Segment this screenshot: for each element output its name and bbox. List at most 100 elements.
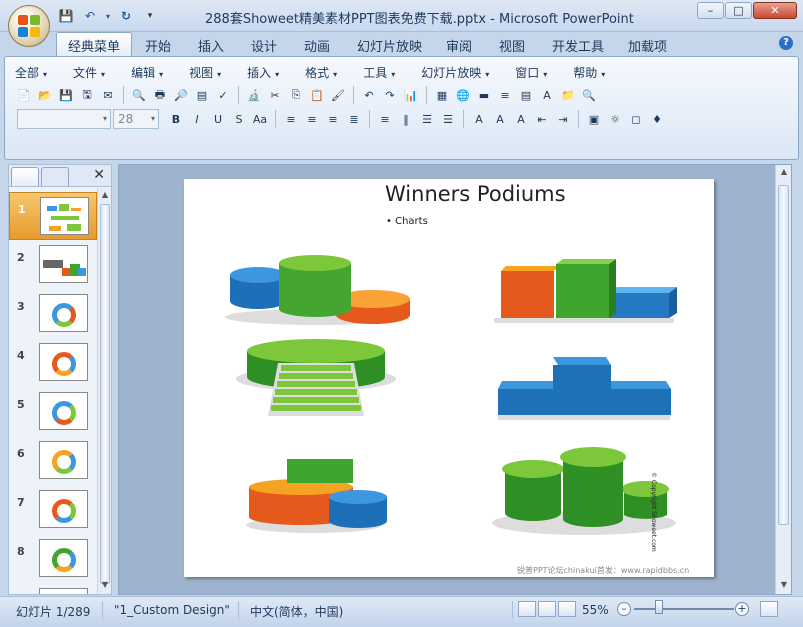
format-button-icon[interactable]: ≡ (376, 110, 394, 128)
format-button-icon[interactable]: S (230, 110, 248, 128)
scroll-thumb[interactable] (100, 204, 110, 584)
toolbar-button-icon[interactable]: ✉ (99, 86, 117, 104)
menu-view[interactable]: 视图 ▾ (189, 64, 221, 81)
menu-all[interactable]: 全部 ▾ (15, 64, 47, 81)
toolbar-button-icon[interactable]: 💾 (57, 86, 75, 104)
language-indicator[interactable]: 中文(简体，中国) (250, 603, 343, 620)
format-button-icon[interactable]: ☼ (606, 110, 624, 128)
tab-design[interactable]: 设计 (251, 36, 277, 55)
toolbar-button-icon[interactable]: ▤ (193, 86, 211, 104)
toolbar-button-icon[interactable]: 🔎 (172, 86, 190, 104)
redo-icon[interactable]: ↻ (116, 7, 136, 25)
scroll-up-icon[interactable]: ▲ (99, 190, 111, 202)
format-button-icon[interactable]: ☰ (418, 110, 436, 128)
toolbar-button-icon[interactable]: 🖶 (151, 86, 169, 104)
format-button-icon[interactable]: Aa (251, 110, 269, 128)
tab-view[interactable]: 视图 (499, 36, 525, 55)
format-button-icon[interactable]: ☰ (439, 110, 457, 128)
toolbar-button-icon[interactable]: ≡ (496, 86, 514, 104)
tab-outline[interactable] (41, 167, 69, 186)
podium-stairs[interactable] (236, 339, 401, 417)
toolbar-button-icon[interactable]: ↷ (381, 86, 399, 104)
podium-cylinders-1[interactable] (224, 253, 414, 325)
save-icon[interactable]: 💾 (56, 7, 76, 25)
font-size-select[interactable]: 28 ▾ (113, 109, 159, 129)
toolbar-button-icon[interactable]: 🌐 (454, 86, 472, 104)
toolbar-button-icon[interactable]: ⎘ (287, 86, 305, 104)
slide-canvas[interactable]: Winners Podiums • Charts 锐普PPT论坛chinakui… (184, 179, 714, 577)
slide-thumbnail[interactable]: 5 (9, 388, 97, 436)
toolbar-button-icon[interactable]: ▤ (517, 86, 535, 104)
tab-home[interactable]: 开始 (145, 36, 171, 55)
zoom-out-icon[interactable]: – (617, 602, 631, 616)
minimize-button[interactable]: – (697, 2, 724, 19)
podium-stacked-cylinders[interactable] (244, 457, 394, 535)
slide-sorter-button[interactable] (538, 601, 556, 617)
editor-scrollbar[interactable]: ▲ ▼ (775, 165, 791, 594)
tab-classic-menu[interactable]: 经典菜单 (56, 32, 133, 57)
zoom-slider-handle[interactable] (655, 600, 663, 614)
menu-file[interactable]: 文件 ▾ (73, 64, 105, 81)
toolbar-button-icon[interactable]: ✂ (266, 86, 284, 104)
toolbar-button-icon[interactable]: 🔬 (245, 86, 263, 104)
format-button-icon[interactable]: A (470, 110, 488, 128)
tab-addins[interactable]: 加载项 (628, 36, 667, 55)
toolbar-button-icon[interactable]: 📊 (402, 86, 420, 104)
tab-insert[interactable]: 插入 (198, 36, 224, 55)
slide-thumbnail[interactable]: 3 (9, 290, 97, 338)
format-button-icon[interactable]: ≡ (282, 110, 300, 128)
format-button-icon[interactable]: ‖ (397, 110, 415, 128)
format-button-icon[interactable]: U (209, 110, 227, 128)
menu-insert[interactable]: 插入 ▾ (247, 64, 279, 81)
toolbar-button-icon[interactable]: ▬ (475, 86, 493, 104)
toolbar-button-icon[interactable]: ▦ (433, 86, 451, 104)
scroll-thumb[interactable] (778, 185, 789, 525)
format-button-icon[interactable]: ▣ (585, 110, 603, 128)
toolbar-button-icon[interactable]: 🔍 (580, 86, 598, 104)
toolbar-button-icon[interactable]: 🖌 (329, 86, 347, 104)
font-family-select[interactable]: ▾ (17, 109, 111, 129)
format-button-icon[interactable]: ⇤ (533, 110, 551, 128)
format-button-icon[interactable]: I (188, 110, 206, 128)
menu-window[interactable]: 窗口 ▾ (515, 64, 547, 81)
format-button-icon[interactable]: ≡ (324, 110, 342, 128)
menu-tools[interactable]: 工具 ▾ (363, 64, 395, 81)
scroll-up-icon[interactable]: ▲ (778, 167, 790, 179)
slide-thumbnail[interactable]: 9 (9, 584, 97, 594)
menu-help[interactable]: 帮助 ▾ (573, 64, 605, 81)
zoom-slider[interactable] (634, 608, 734, 610)
close-button[interactable]: ✕ (753, 2, 797, 19)
toolbar-button-icon[interactable]: 📂 (36, 86, 54, 104)
undo-icon[interactable]: ↶ (80, 7, 100, 25)
slide-thumbnail[interactable]: 8 (9, 535, 97, 583)
toolbar-button-icon[interactable]: ↶ (360, 86, 378, 104)
help-icon[interactable]: ? (779, 36, 793, 50)
toolbar-button-icon[interactable]: 📋 (308, 86, 326, 104)
format-button-icon[interactable]: ≡ (303, 110, 321, 128)
toolbar-button-icon[interactable]: 🔍 (130, 86, 148, 104)
tab-slides[interactable] (11, 167, 39, 186)
customize-qat-icon[interactable]: ▾ (140, 7, 160, 25)
toolbar-button-icon[interactable]: ✓ (214, 86, 232, 104)
slide-thumbnail[interactable]: 7 (9, 486, 97, 534)
format-button-icon[interactable]: B (167, 110, 185, 128)
normal-view-button[interactable] (518, 601, 536, 617)
toolbar-button-icon[interactable]: 📁 (559, 86, 577, 104)
format-button-icon[interactable]: ≣ (345, 110, 363, 128)
format-button-icon[interactable]: ⇥ (554, 110, 572, 128)
fit-to-window-button[interactable] (760, 601, 778, 617)
tab-animation[interactable]: 动画 (304, 36, 330, 55)
slide-thumbnail[interactable]: 4 (9, 339, 97, 387)
toolbar-button-icon[interactable]: 🖫 (78, 86, 96, 104)
format-button-icon[interactable]: A (512, 110, 530, 128)
scroll-down-icon[interactable]: ▼ (99, 580, 111, 592)
scroll-down-icon[interactable]: ▼ (778, 580, 790, 592)
podium-blue-block[interactable] (496, 355, 676, 421)
podium-boxes[interactable] (494, 255, 679, 327)
close-icon[interactable]: ✕ (93, 167, 105, 183)
format-button-icon[interactable]: A (491, 110, 509, 128)
toolbar-button-icon[interactable]: A (538, 86, 556, 104)
menu-slideshow[interactable]: 幻灯片放映 ▾ (421, 64, 489, 81)
slide-thumbnail[interactable]: 6 (9, 437, 97, 485)
slideshow-view-button[interactable] (558, 601, 576, 617)
